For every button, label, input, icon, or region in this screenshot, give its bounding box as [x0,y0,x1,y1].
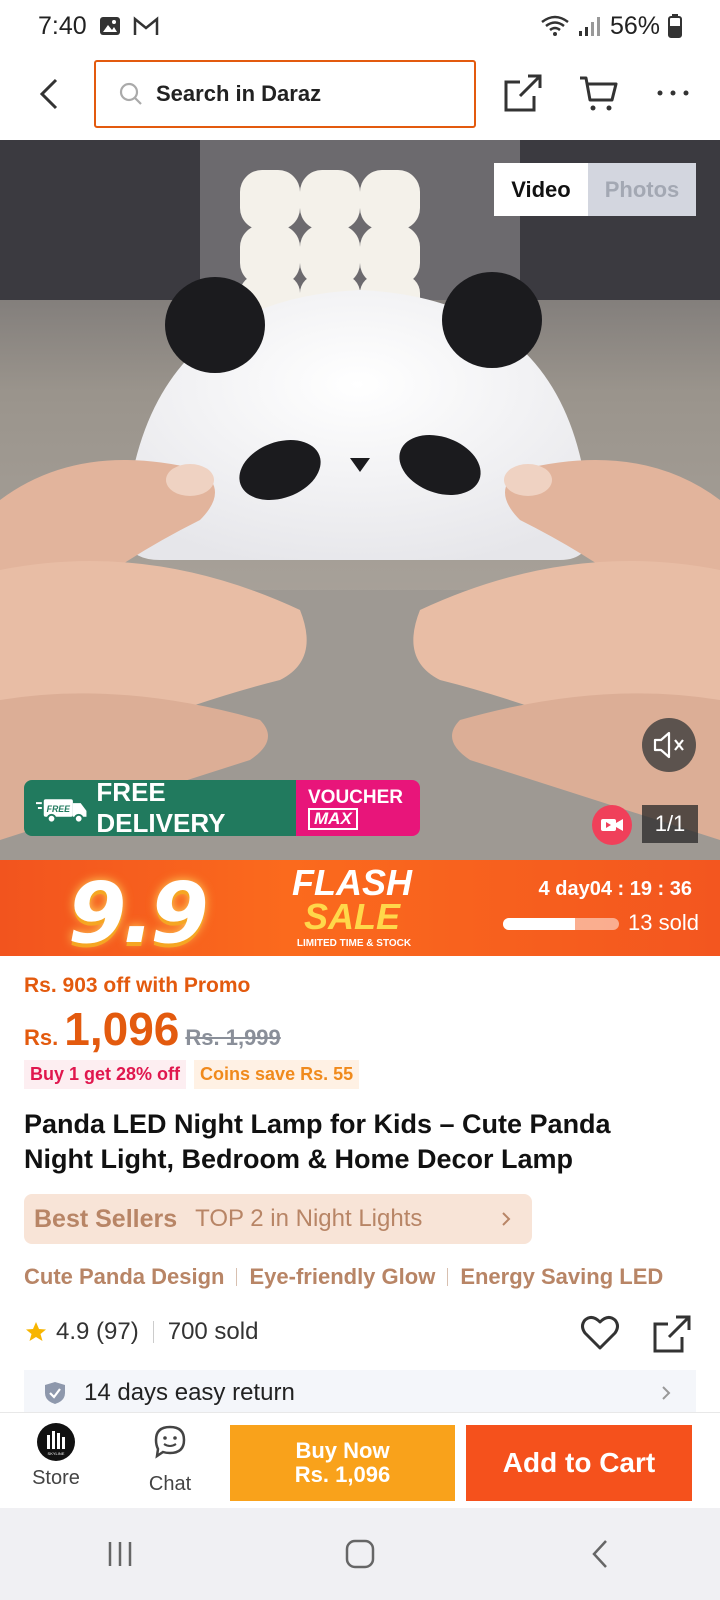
store-button[interactable]: SKYLINE Store [28,1423,84,1490]
original-price: Rs. 1,999 [185,1025,281,1050]
store-label: Store [32,1467,80,1489]
video-camera-badge [592,805,632,845]
chevron-right-icon [502,1212,511,1226]
feature-list: Cute Panda Design Eye-friendly Glow Ener… [24,1264,663,1290]
panda-lamp-image [0,140,720,860]
star-icon [26,1322,46,1341]
back-arrow-icon[interactable] [30,74,70,114]
returns-policy-row[interactable]: 14 days easy return [24,1370,696,1416]
store-logo: SKYLINE [37,1423,75,1461]
wishlist-heart-icon[interactable] [580,1314,620,1352]
divider [447,1268,449,1286]
sold-count: 700 sold [167,1318,259,1345]
home-button[interactable] [320,1524,400,1584]
countdown-timer: 4 day04 : 19 : 36 [539,878,692,901]
status-time: 7:40 [38,11,87,40]
top-header: Search in Daraz [0,52,720,140]
search-bar[interactable]: Search in Daraz [94,60,476,128]
gallery-icon [99,17,120,35]
battery-icon [668,14,682,38]
svg-text:SKYLINE: SKYLINE [48,1451,65,1456]
buy-one-tag[interactable]: Buy 1 get 28% off [24,1060,187,1089]
search-placeholder: Search in Daraz [156,81,322,106]
more-options-icon[interactable] [652,72,694,114]
countdown-days: 4 day [538,878,590,900]
flash-sale-logo: FLASH SALE [282,862,422,937]
media-tabs: Video Photos [494,163,696,216]
buy-now-label: Buy Now [295,1438,390,1463]
rating-value: 4.9 (97) [56,1318,139,1345]
recent-apps-button[interactable] [80,1524,160,1584]
back-icon [592,1540,607,1568]
search-icon [119,82,142,105]
recent-apps-icon [108,1542,132,1566]
gmail-icon [133,16,158,35]
flash-sold-count: 13 sold [628,910,699,935]
feature-item: Cute Panda Design [24,1264,225,1289]
returns-label: 14 days easy return [84,1379,295,1406]
store-logo-icon: SKYLINE [47,1431,65,1456]
promo-text: Rs. 903 off with Promo [24,974,251,997]
bottom-action-bar: SKYLINE Store Chat Buy Now Rs. 1,096 Add… [0,1412,720,1508]
system-nav-bar [0,1508,720,1600]
signal-icon [578,17,600,36]
feature-item: Eye-friendly Glow [249,1264,436,1289]
chat-button[interactable]: Chat [142,1423,198,1496]
add-to-cart-button[interactable]: Add to Cart [466,1425,692,1501]
product-title: Panda LED Night Lamp for Kids – Cute Pan… [24,1109,611,1174]
share-icon[interactable] [652,1314,692,1354]
speaker-muted-icon [653,731,684,759]
media-counter: 1/1 [642,805,698,843]
back-button[interactable] [560,1524,640,1584]
divider [236,1268,238,1286]
delivery-truck-icon: FREE [36,799,87,824]
sold-progress-fill [503,918,575,930]
buy-now-button[interactable]: Buy Now Rs. 1,096 [230,1425,455,1501]
nine-nine-badge: 9.9 [68,864,209,956]
limited-time-label: LIMITED TIME & STOCK [296,938,412,949]
home-icon [345,1539,375,1569]
rating-row[interactable]: 4.9 (97) 700 sold [24,1318,258,1346]
shield-check-icon [45,1382,65,1404]
countdown-time: 04 : 19 : 36 [589,878,692,900]
sold-progress-bar [503,918,619,930]
best-sellers-badge[interactable]: Best Sellers TOP 2 in Night Lights [24,1194,532,1244]
cart-icon[interactable] [578,72,620,114]
voucher-label: VOUCHER [308,787,404,808]
best-sellers-label: Best Sellers [34,1204,178,1233]
chat-label: Chat [148,1473,192,1495]
coins-tag[interactable]: Coins save Rs. 55 [194,1060,360,1089]
wifi-icon [541,15,569,36]
svg-text:FREE: FREE [47,804,71,814]
free-delivery-label: FREE DELIVERY [96,777,226,838]
mute-button[interactable] [642,718,696,772]
share-icon[interactable] [502,72,544,114]
currency-label: Rs. [24,1025,59,1050]
tab-photos[interactable]: Photos [588,163,696,216]
free-delivery-badge: FREE FREE DELIVERY [24,777,296,838]
chevron-right-icon [662,1386,671,1400]
current-price: 1,096 [64,1003,180,1055]
best-rank-label: TOP 2 in Night Lights [195,1205,423,1232]
status-bar: 7:40 56% [0,0,720,52]
flash-sale-banner[interactable]: 9.9 FLASH SALE LIMITED TIME & STOCK 4 da… [0,860,720,956]
promo-tags: Buy 1 get 28% off Coins save Rs. 55 [24,1060,360,1089]
voucher-max-badge: VOUCHER MAX [296,780,420,836]
product-video[interactable]: Video Photos [0,140,720,860]
video-camera-icon [601,819,623,831]
voucher-max-label: MAX [308,808,358,830]
tab-video[interactable]: Video [494,163,588,216]
buy-now-price: Rs. 1,096 [294,1462,391,1487]
sale-label: SALE [303,896,400,937]
flash-label: FLASH [292,862,412,903]
price-row: Rs. 1,096 Rs. 1,999 [24,1002,281,1056]
battery-percent: 56% [609,11,660,40]
chat-bubble-icon [154,1425,186,1459]
feature-item: Energy Saving LED [460,1264,664,1289]
divider [152,1321,154,1343]
